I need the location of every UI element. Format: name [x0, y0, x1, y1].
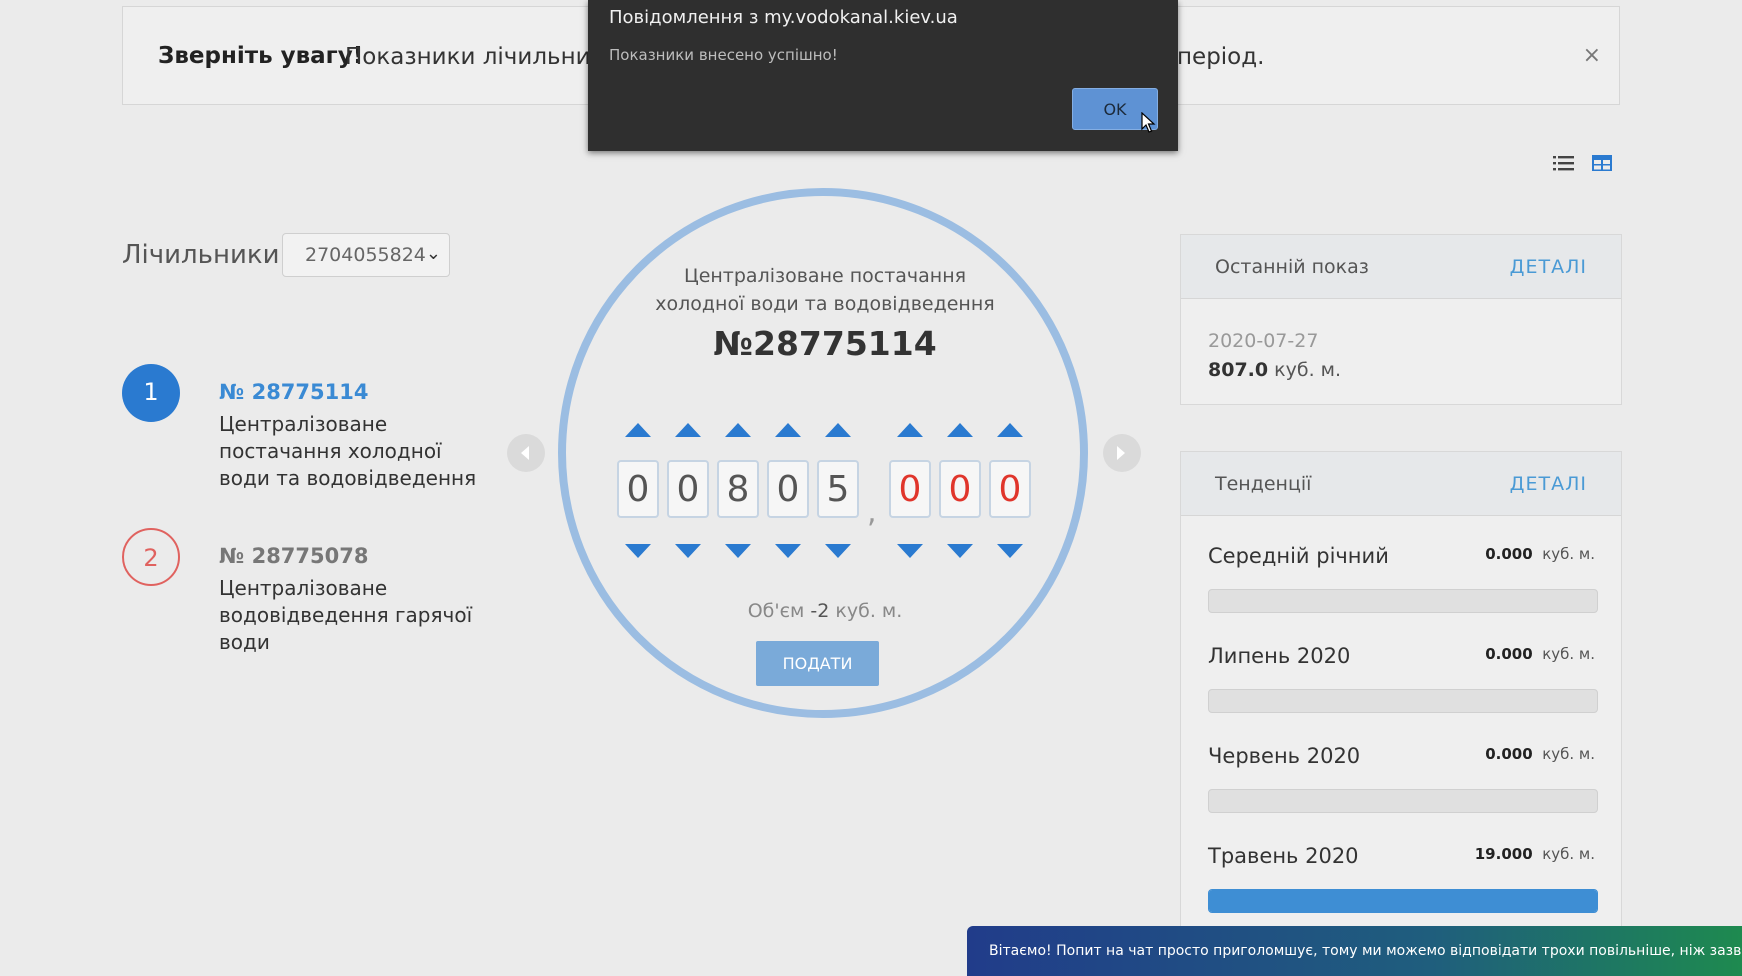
- digit-4-input[interactable]: 0: [767, 460, 809, 518]
- trend-bar: [1208, 889, 1598, 913]
- last-reading-panel: Останній показ ДЕТАЛІ 2020-07-27 807.0 к…: [1180, 234, 1622, 405]
- account-select-value: 2704055824: [305, 244, 426, 266]
- meter-1-number[interactable]: № 28775114: [219, 380, 368, 404]
- service-title: Централізоване постачання холодної води …: [655, 265, 995, 315]
- trend-bar: [1208, 589, 1598, 613]
- close-icon[interactable]: ×: [1583, 43, 1601, 68]
- digit-6-down-icon[interactable]: [897, 544, 923, 558]
- decimal-comma: ,: [867, 495, 877, 530]
- trend-label: Липень 2020: [1208, 644, 1351, 668]
- last-reading-title: Останній показ: [1215, 256, 1369, 278]
- trend-bar: [1208, 789, 1598, 813]
- trends-panel: Тенденції ДЕТАЛІ Середній річний 0.000 к…: [1180, 451, 1622, 931]
- trend-value: 19.000 куб. м.: [1474, 845, 1595, 863]
- volume-prefix: Об'єм: [747, 600, 805, 622]
- meter-1-index[interactable]: 1: [122, 364, 180, 422]
- trend-value: 0.000 куб. м.: [1485, 545, 1595, 563]
- trends-title: Тенденції: [1215, 473, 1312, 495]
- digit-6-up-icon[interactable]: [897, 423, 923, 437]
- trend-value: 0.000 куб. м.: [1485, 745, 1595, 763]
- last-reading-unit: куб. м.: [1274, 359, 1342, 381]
- trends-details-link[interactable]: ДЕТАЛІ: [1510, 473, 1587, 495]
- arrow-right-icon: [1117, 446, 1125, 460]
- volume-value: -2: [810, 600, 830, 622]
- arrow-left-icon: [521, 446, 529, 460]
- trend-value: 0.000 куб. м.: [1485, 645, 1595, 663]
- notice-text-end: період.: [1177, 44, 1265, 70]
- digit-8-input[interactable]: 0: [989, 460, 1031, 518]
- last-reading-number: 807.0: [1208, 359, 1269, 381]
- grid-view-icon[interactable]: [1592, 154, 1614, 172]
- digit-1-down-icon[interactable]: [625, 544, 651, 558]
- next-meter-button[interactable]: [1103, 434, 1141, 472]
- digit-4-up-icon[interactable]: [775, 423, 801, 437]
- digit-3-down-icon[interactable]: [725, 544, 751, 558]
- digit-6-input[interactable]: 0: [889, 460, 931, 518]
- digit-2-up-icon[interactable]: [675, 423, 701, 437]
- dialog-message: Показники внесено успішно!: [609, 46, 838, 64]
- last-reading-value: 807.0 куб. м.: [1208, 359, 1341, 381]
- digit-8-down-icon[interactable]: [997, 544, 1023, 558]
- digit-3-input[interactable]: 8: [717, 460, 759, 518]
- meters-label: Лічильники: [122, 240, 280, 270]
- trend-label: Середній річний: [1208, 544, 1389, 568]
- meter-number-title: №28775114: [713, 324, 937, 363]
- digit-1-up-icon[interactable]: [625, 423, 651, 437]
- submit-button[interactable]: ПОДАТИ: [756, 641, 879, 686]
- digit-2-input[interactable]: 0: [667, 460, 709, 518]
- volume-text: Об'єм -2 куб. м.: [640, 600, 1010, 622]
- digit-3-up-icon[interactable]: [725, 423, 751, 437]
- chevron-down-icon: ⌄: [425, 243, 441, 264]
- digit-4-down-icon[interactable]: [775, 544, 801, 558]
- notice-title: Зверніть увагу!: [158, 43, 364, 69]
- digit-1-input[interactable]: 0: [617, 460, 659, 518]
- meter-2-number[interactable]: № 28775078: [219, 544, 368, 568]
- digit-8-up-icon[interactable]: [997, 423, 1023, 437]
- trends-header: Тенденції ДЕТАЛІ: [1181, 452, 1621, 516]
- notice-text: Показники лічильник: [345, 44, 605, 70]
- trend-bar: [1208, 689, 1598, 713]
- digit-7-up-icon[interactable]: [947, 423, 973, 437]
- meter-1-description: Централізоване постачання холодної води …: [219, 412, 477, 490]
- alert-dialog: Повідомлення з my.vodokanal.kiev.ua Пока…: [588, 0, 1178, 151]
- prev-meter-button[interactable]: [507, 434, 545, 472]
- chat-toast[interactable]: Вітаємо! Попит на чат просто приголомшує…: [967, 926, 1742, 976]
- trend-label: Червень 2020: [1208, 744, 1361, 768]
- trend-label: Травень 2020: [1208, 844, 1359, 868]
- last-reading-header: Останній показ ДЕТАЛІ: [1181, 235, 1621, 299]
- last-reading-date: 2020-07-27: [1208, 330, 1319, 352]
- mouse-cursor-icon: [1141, 112, 1156, 133]
- meter-2-index[interactable]: 2: [122, 528, 180, 586]
- digit-5-up-icon[interactable]: [825, 423, 851, 437]
- dialog-title: Повідомлення з my.vodokanal.kiev.ua: [609, 7, 958, 28]
- meter-2-description: Централізоване водовідведення гарячої во…: [219, 576, 473, 654]
- volume-unit: куб. м.: [835, 600, 903, 622]
- last-reading-details-link[interactable]: ДЕТАЛІ: [1510, 256, 1587, 278]
- list-view-icon[interactable]: [1553, 154, 1575, 172]
- digit-2-down-icon[interactable]: [675, 544, 701, 558]
- digit-7-input[interactable]: 0: [939, 460, 981, 518]
- digit-7-down-icon[interactable]: [947, 544, 973, 558]
- digit-5-input[interactable]: 5: [817, 460, 859, 518]
- account-select[interactable]: 2704055824 ⌄: [282, 233, 450, 277]
- digit-5-down-icon[interactable]: [825, 544, 851, 558]
